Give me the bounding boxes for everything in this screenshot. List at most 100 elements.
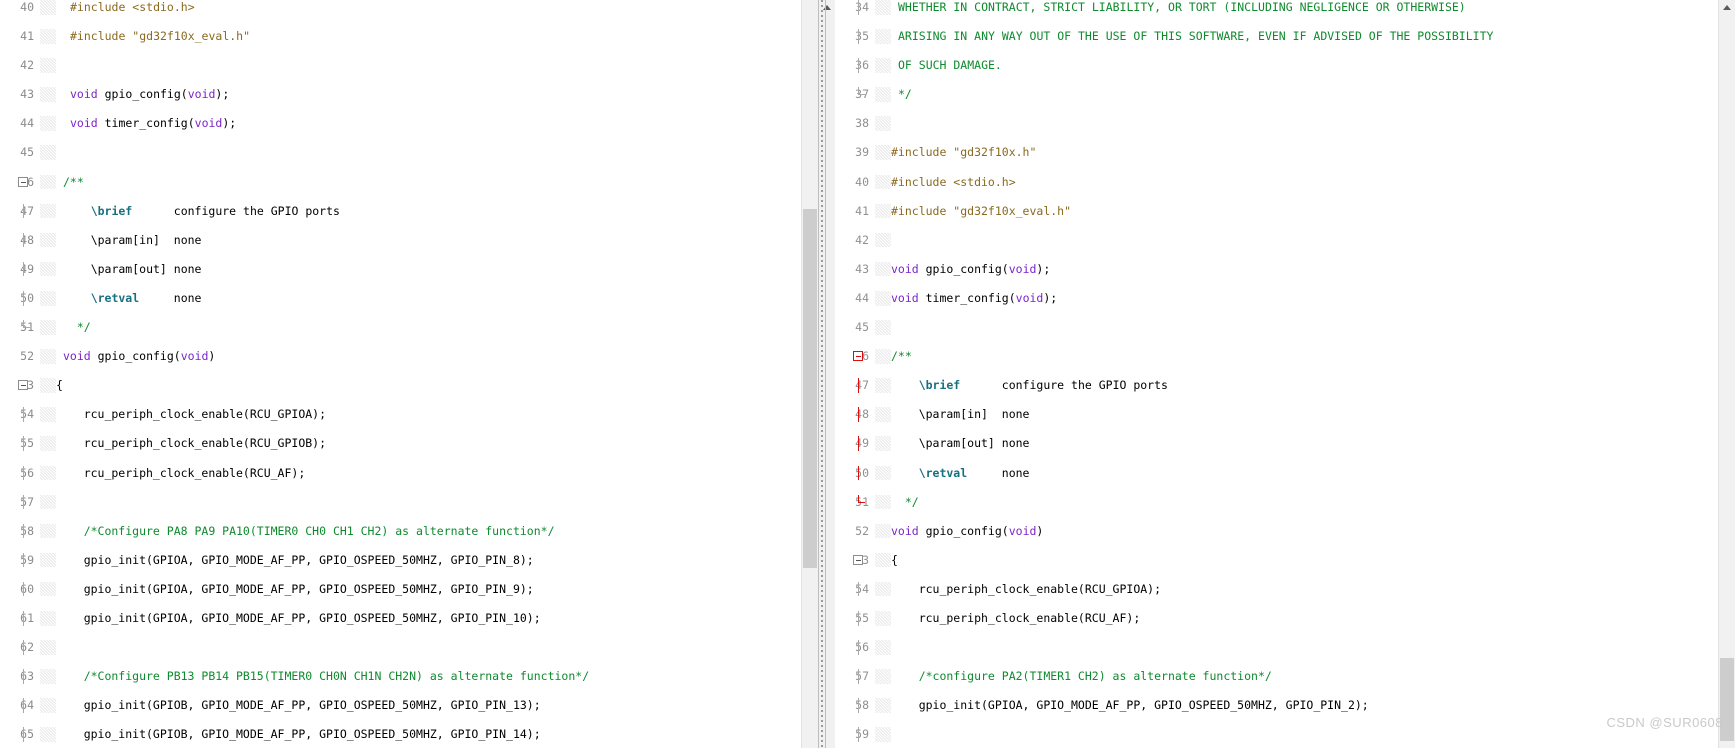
code-line[interactable]: 65 gpio_init(GPIOB, GPIO_MODE_AF_PP, GPI… <box>0 727 801 742</box>
code-line[interactable]: 40 #include <stdio.h> <box>835 174 1718 190</box>
code-line[interactable]: 42 <box>835 232 1718 248</box>
code-line[interactable]: 36 OF SUCH DAMAGE. <box>835 58 1718 73</box>
code-line[interactable]: 61 gpio_init(GPIOA, GPIO_MODE_AF_PP, GPI… <box>0 611 801 626</box>
code-line[interactable]: 34 WHETHER IN CONTRACT, STRICT LIABILITY,… <box>835 0 1718 15</box>
code-line[interactable]: 53{ <box>0 378 801 393</box>
line-number: 40 <box>835 174 875 190</box>
right-vertical-scrollbar[interactable] <box>1718 0 1735 748</box>
code-token: none <box>967 465 1030 480</box>
code-line[interactable]: 47 \brief configure the GPIO ports <box>0 203 801 219</box>
code-line[interactable]: 59 gpio_init(GPIOA, GPIO_MODE_AF_PP, GPI… <box>0 552 801 568</box>
fold-margin <box>875 261 891 277</box>
code-line[interactable]: 63 /*Configure PB13 PB14 PB15(TIMER0 CH0… <box>0 669 801 684</box>
code-line[interactable]: 56 <box>835 640 1718 655</box>
code-line[interactable]: 43 void gpio_config(void); <box>835 261 1718 277</box>
code-token: rcu_periph_clock_enable(RCU_GPIOA); <box>56 407 327 422</box>
code-text: rcu_periph_clock_enable(RCU_GPIOA); <box>56 407 326 422</box>
code-token: void <box>1008 261 1037 276</box>
code-line[interactable]: 59 <box>835 727 1718 742</box>
code-line[interactable]: 51 */ <box>835 494 1718 510</box>
code-line[interactable]: 58 gpio_init(GPIOA, GPIO_MODE_AF_PP, GPI… <box>835 698 1718 713</box>
code-line[interactable]: 44 void timer_config(void); <box>835 290 1718 306</box>
code-line[interactable]: 55 rcu_periph_clock_enable(RCU_GPIOB); <box>0 436 801 451</box>
code-text: OF SUCH DAMAGE. <box>898 58 1002 73</box>
code-line[interactable]: 52 void gpio_config(void) <box>835 523 1718 539</box>
code-line[interactable]: 47 \brief configure the GPIO ports <box>835 378 1718 393</box>
code-line[interactable]: 62 <box>0 640 801 655</box>
code-line[interactable]: 43 void gpio_config(void); <box>0 87 801 102</box>
line-number: 50 <box>0 290 40 306</box>
code-line[interactable]: 35 ARISING IN ANY WAY OUT OF THE USE OF T… <box>835 29 1718 44</box>
code-token: */ <box>891 494 919 509</box>
code-line[interactable]: 50 \retval none <box>835 465 1718 481</box>
left-code-area[interactable]: 40 #include <stdio.h> 41 #include "gd32f10x… <box>0 0 801 748</box>
code-token: /*Configure PB13 PB14 PB15(TIMER0 CH0N C… <box>56 669 590 684</box>
code-text: void gpio_config(void) <box>63 349 215 364</box>
line-number: 43 <box>835 261 875 277</box>
fold-guide-line <box>23 261 24 277</box>
fold-margin <box>40 203 56 219</box>
code-line[interactable]: 37 */ <box>835 87 1718 102</box>
line-number: 63 <box>0 669 40 684</box>
code-text: gpio_init(GPIOA, GPIO_MODE_AF_PP, GPIO_O… <box>56 582 534 597</box>
code-line[interactable]: 57 /*configure PA2(TIMER1 CH2) as altern… <box>835 669 1718 684</box>
code-line[interactable]: 57 <box>0 494 801 510</box>
right-code-area[interactable]: 34 WHETHER IN CONTRACT, STRICT LIABILITY,… <box>835 0 1718 748</box>
code-text: gpio_init(GPIOB, GPIO_MODE_AF_PP, GPIO_O… <box>56 698 541 713</box>
code-line[interactable]: 45 <box>835 320 1718 335</box>
code-line[interactable]: 54 rcu_periph_clock_enable(RCU_GPIOA); <box>0 407 801 422</box>
line-number: 41 <box>0 29 40 44</box>
fold-margin <box>875 465 891 481</box>
code-line[interactable]: 38 <box>835 116 1718 131</box>
fold-margin <box>40 727 56 742</box>
code-text: void gpio_config(void); <box>891 262 1050 277</box>
left-vertical-scrollbar[interactable] <box>801 0 818 748</box>
code-line[interactable]: 46/** <box>835 349 1718 364</box>
line-number: 49 <box>0 261 40 277</box>
fold-collapse-icon[interactable] <box>18 380 28 391</box>
code-line[interactable]: 49 \param[out] none <box>0 261 801 277</box>
scroll-up-arrow-icon-right[interactable] <box>1719 0 1735 15</box>
line-number: 44 <box>0 116 40 131</box>
fold-guide-line <box>858 640 859 655</box>
code-text: */ <box>891 495 919 510</box>
code-line[interactable]: 54 rcu_periph_clock_enable(RCU_GPIOA); <box>835 581 1718 597</box>
fold-margin <box>40 494 56 510</box>
code-line[interactable]: 60 gpio_init(GPIOA, GPIO_MODE_AF_PP, GPI… <box>0 581 801 597</box>
code-line[interactable]: 64 gpio_init(GPIOB, GPIO_MODE_AF_PP, GPI… <box>0 698 801 713</box>
code-line[interactable]: 55 rcu_periph_clock_enable(RCU_AF); <box>835 611 1718 626</box>
code-line[interactable]: 52 void gpio_config(void) <box>0 349 801 364</box>
code-line[interactable]: 44 void timer_config(void); <box>0 116 801 131</box>
pane-splitter[interactable] <box>818 0 826 748</box>
code-line[interactable]: 48 \param[in] none <box>835 407 1718 422</box>
code-line[interactable]: 53{ <box>835 552 1718 568</box>
code-line[interactable]: 40 #include <stdio.h> <box>0 0 801 15</box>
fold-margin <box>40 581 56 597</box>
right-editor-pane[interactable]: 34 WHETHER IN CONTRACT, STRICT LIABILITY,… <box>818 0 1735 748</box>
code-line[interactable]: 58 /*Configure PA8 PA9 PA10(TIMER0 CH0 C… <box>0 523 801 539</box>
code-line[interactable]: 49 \param[out] none <box>835 436 1718 451</box>
line-number: 41 <box>835 203 875 219</box>
left-editor-pane[interactable]: 40 #include <stdio.h> 41 #include "gd32f10x… <box>0 0 818 748</box>
code-token: /*configure PA2(TIMER1 CH2) as alternate… <box>891 669 1272 684</box>
fold-collapse-icon[interactable] <box>853 351 863 362</box>
fold-margin <box>40 87 56 102</box>
code-line[interactable]: 42 <box>0 58 801 73</box>
fold-guide-line <box>858 0 859 15</box>
left-scrollbar-thumb[interactable] <box>803 209 817 569</box>
code-line[interactable]: 51 */ <box>0 320 801 335</box>
code-line[interactable]: 46/** <box>0 174 801 190</box>
code-token: \retval <box>63 290 140 305</box>
code-line[interactable]: 39 #include "gd32f10x.h" <box>835 145 1718 161</box>
fold-collapse-icon[interactable] <box>18 176 28 187</box>
code-text: rcu_periph_clock_enable(RCU_AF); <box>891 611 1141 626</box>
fold-collapse-icon[interactable] <box>853 555 863 566</box>
code-line[interactable]: 41 #include "gd32f10x_eval.h" <box>0 29 801 44</box>
code-line[interactable]: 56 rcu_periph_clock_enable(RCU_AF); <box>0 465 801 481</box>
code-line[interactable]: 41 #include "gd32f10x_eval.h" <box>835 203 1718 219</box>
code-token: void <box>891 523 926 538</box>
code-line[interactable]: 48 \param[in] none <box>0 232 801 248</box>
code-line[interactable]: 50 \retval none <box>0 290 801 306</box>
code-token: \param[in] none <box>63 232 202 247</box>
code-line[interactable]: 45 <box>0 145 801 161</box>
